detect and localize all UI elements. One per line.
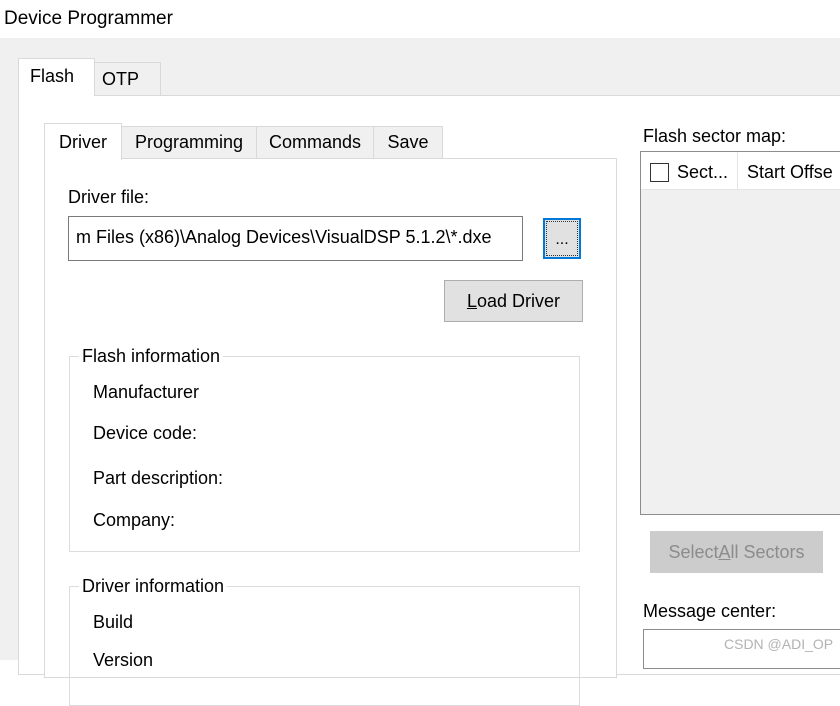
manufacturer-label: Manufacturer xyxy=(93,382,200,402)
driver-file-value: m Files (x86)\Analog Devices\VisualDSP 5… xyxy=(76,227,492,247)
driver-information-title: Driver information xyxy=(79,576,228,597)
build-label: Build xyxy=(93,612,134,632)
message-center-label: Message center: xyxy=(643,601,777,621)
driver-information-group xyxy=(69,586,580,706)
load-driver-mnemonic: L xyxy=(466,290,477,311)
tab-programming-label: Programming xyxy=(134,132,244,152)
driver-file-input[interactable]: m Files (x86)\Analog Devices\VisualDSP 5… xyxy=(68,216,523,261)
tab-save-label: Save xyxy=(387,132,429,152)
column-header-start-offset[interactable]: Start Offse xyxy=(747,162,833,183)
sector-map-list[interactable] xyxy=(640,151,840,515)
load-driver-button[interactable]: Load Driver xyxy=(444,280,583,322)
window-title: Device Programmer xyxy=(4,8,173,29)
column-header-sector[interactable]: Sect... xyxy=(677,162,728,183)
version-label: Version xyxy=(93,650,154,670)
watermark: CSDN @ADI_OP xyxy=(724,636,834,652)
driver-file-label: Driver file: xyxy=(68,187,150,207)
tab-flash-label: Flash xyxy=(30,66,75,86)
tab-driver-label: Driver xyxy=(59,131,107,152)
tab-otp[interactable]: OTP xyxy=(94,62,161,96)
flash-information-title: Flash information xyxy=(79,346,224,367)
load-driver-label: oad Driver xyxy=(476,290,561,311)
tab-commands[interactable]: Commands xyxy=(256,126,374,159)
tab-flash[interactable]: Flash xyxy=(18,58,95,96)
tab-driver[interactable]: Driver xyxy=(44,123,122,160)
device-code-label: Device code: xyxy=(93,423,198,443)
sector-map-label: Flash sector map: xyxy=(643,126,787,146)
select-all-mnemonic: A xyxy=(718,541,731,562)
company-label: Company: xyxy=(93,510,176,530)
browse-button[interactable]: ... xyxy=(543,218,581,259)
tab-otp-label: OTP xyxy=(102,69,140,89)
part-description-label: Part description: xyxy=(93,468,224,488)
ellipsis-icon: ... xyxy=(546,221,578,256)
tab-save[interactable]: Save xyxy=(373,126,443,159)
select-all-sectors-button[interactable]: Select All Sectors xyxy=(650,531,823,573)
select-all-rest: ll Sectors xyxy=(730,541,805,562)
tab-commands-label: Commands xyxy=(268,132,362,152)
tab-programming[interactable]: Programming xyxy=(121,126,257,159)
column-separator[interactable] xyxy=(737,152,738,190)
select-all-checkbox[interactable] xyxy=(650,163,669,182)
select-all-prefix: Select xyxy=(668,541,719,562)
